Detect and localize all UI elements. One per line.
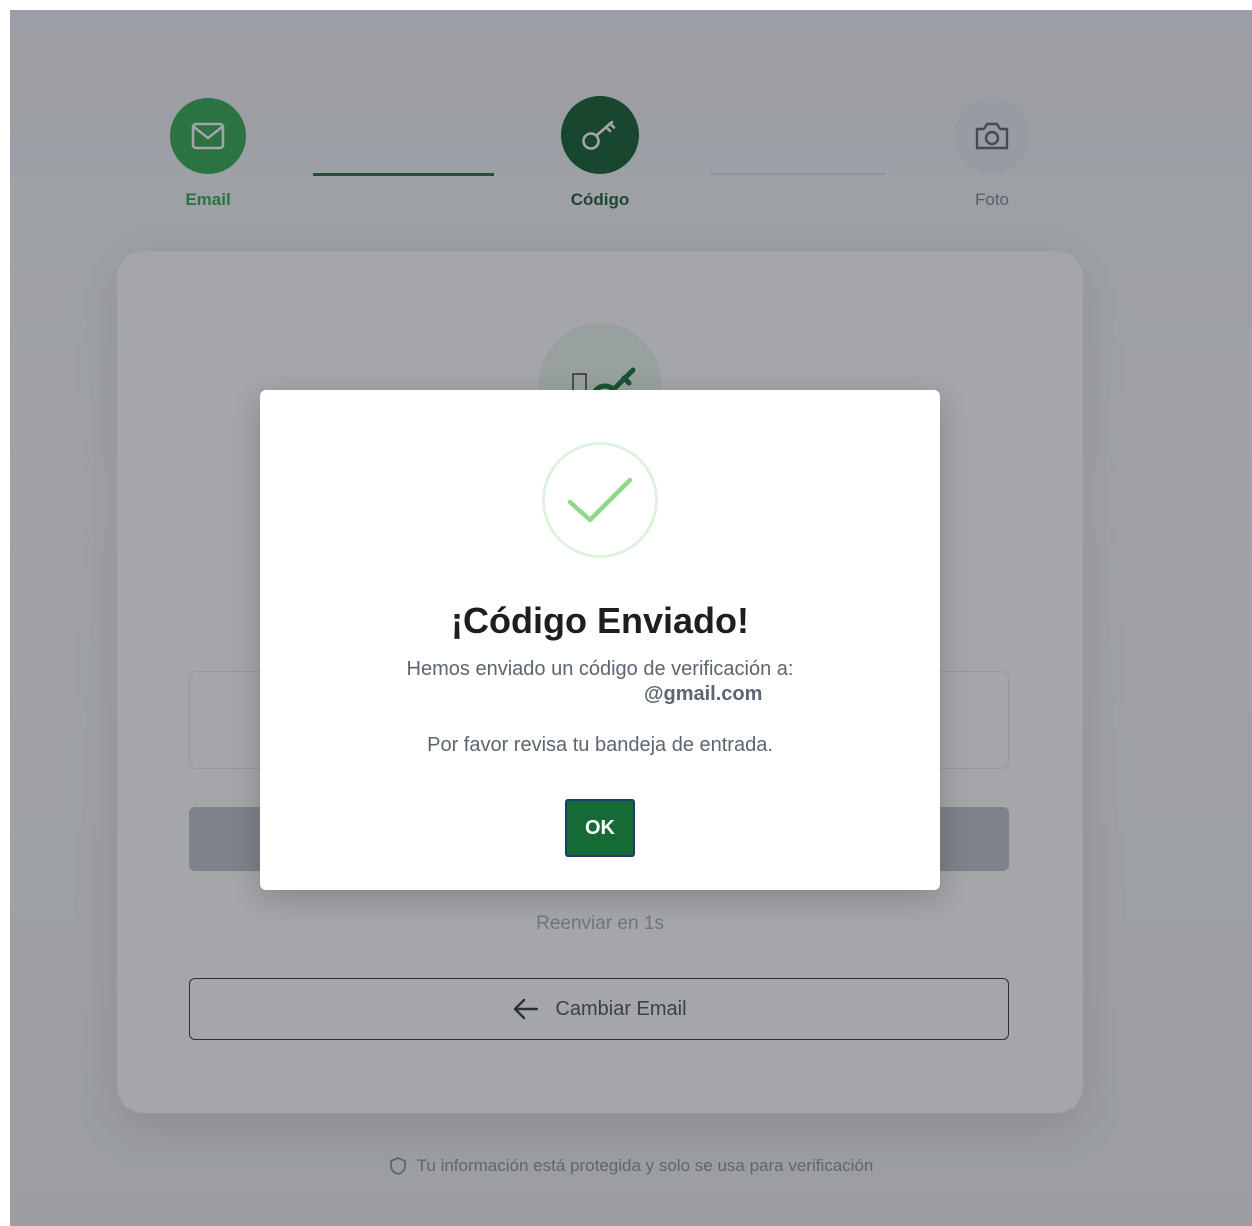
success-dialog: ¡Código Enviado! Hemos enviado un código… <box>260 390 940 890</box>
dialog-title: ¡Código Enviado! <box>451 600 749 641</box>
success-check-circle <box>542 442 658 558</box>
check-icon <box>567 477 633 523</box>
ok-button[interactable]: OK <box>565 799 635 857</box>
dialog-message-2: Por favor revisa tu bandeja de entrada. <box>427 734 773 756</box>
dialog-message: Hemos enviado un código de verificación … <box>406 658 794 680</box>
dialog-email: @gmail.com <box>644 683 763 705</box>
